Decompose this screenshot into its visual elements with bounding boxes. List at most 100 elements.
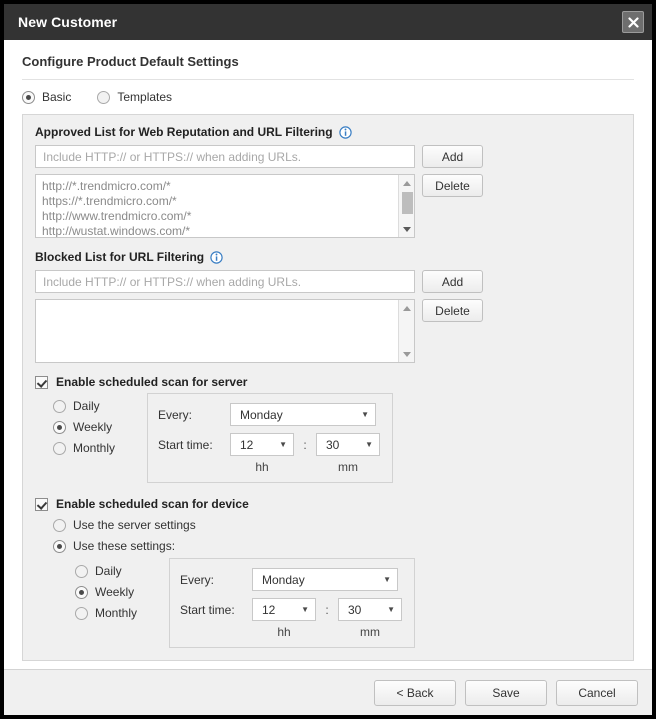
device-scan-daily-label: Daily <box>95 564 122 578</box>
blocked-list-box[interactable] <box>35 299 415 363</box>
chevron-down-icon: ▼ <box>383 576 391 584</box>
chevron-down-icon: ▼ <box>279 441 287 449</box>
chevron-down-icon: ▼ <box>361 411 369 419</box>
list-item[interactable]: http://wustat.windows.com/* <box>42 224 414 238</box>
server-start-time-label: Start time: <box>158 438 230 452</box>
approved-list-url-input[interactable] <box>35 145 415 168</box>
server-scan-enable-row[interactable]: Enable scheduled scan for server <box>35 375 621 393</box>
server-scan-frequency-group: Daily Weekly Monthly <box>53 393 147 462</box>
radio-use-these-settings-icon[interactable] <box>53 540 66 553</box>
caret-down-glyph <box>403 352 411 357</box>
device-start-time-row: Start time: 12 ▼ : 30 ▼ <box>180 598 402 621</box>
checkbox-enable-server-scan-icon[interactable] <box>35 376 48 389</box>
device-scan-monthly[interactable]: Monthly <box>75 606 169 620</box>
new-customer-dialog: New Customer Configure Product Default S… <box>4 4 652 715</box>
approved-list-box-row: http://*.trendmicro.com/* https://*.tren… <box>35 174 621 238</box>
server-time-units-row: hh mm <box>158 460 380 474</box>
mode-radio-group: Basic Templates <box>16 80 640 114</box>
device-minute-select[interactable]: 30 ▼ <box>338 598 402 621</box>
back-button[interactable]: < Back <box>374 680 456 706</box>
device-hour-value: 12 <box>262 603 275 617</box>
device-every-label: Every: <box>180 573 252 587</box>
radio-server-weekly-icon[interactable] <box>53 421 66 434</box>
radio-server-daily-icon[interactable] <box>53 400 66 413</box>
server-every-label: Every: <box>158 408 230 422</box>
radio-device-daily-icon[interactable] <box>75 565 88 578</box>
info-glyph <box>339 126 352 139</box>
chevron-down-icon: ▼ <box>365 441 373 449</box>
settings-panel: Approved List for Web Reputation and URL… <box>22 114 634 661</box>
close-glyph <box>628 17 639 28</box>
server-mm-label: mm <box>316 460 380 474</box>
device-scan-enable-row[interactable]: Enable scheduled scan for device <box>35 497 621 515</box>
list-item[interactable]: https://*.trendmicro.com/* <box>42 194 414 209</box>
scroll-up-icon[interactable] <box>399 301 415 315</box>
blocked-list-items <box>36 300 414 304</box>
mode-option-templates[interactable]: Templates <box>97 90 172 104</box>
radio-templates-icon[interactable] <box>97 91 110 104</box>
blocked-list-url-input[interactable] <box>35 270 415 293</box>
server-scan-daily[interactable]: Daily <box>53 399 147 413</box>
server-hh-label: hh <box>230 460 294 474</box>
info-glyph <box>210 251 223 264</box>
blocked-list-label-row: Blocked List for URL Filtering <box>35 250 621 264</box>
server-minute-select[interactable]: 30 ▼ <box>316 433 380 456</box>
radio-server-monthly-icon[interactable] <box>53 442 66 455</box>
device-minute-value: 30 <box>348 603 361 617</box>
device-hh-label: hh <box>252 625 316 639</box>
scroll-down-icon[interactable] <box>399 347 415 361</box>
blocked-list-add-button[interactable]: Add <box>422 270 483 293</box>
approved-list-scrollbar[interactable] <box>398 175 414 237</box>
list-item[interactable]: http://*.trendmicro.com/* <box>42 179 414 194</box>
approved-list-add-button[interactable]: Add <box>422 145 483 168</box>
server-scan-monthly[interactable]: Monthly <box>53 441 147 455</box>
server-scan-weekly[interactable]: Weekly <box>53 420 147 434</box>
save-button[interactable]: Save <box>465 680 547 706</box>
device-use-server-settings[interactable]: Use the server settings <box>53 518 621 532</box>
device-hour-select[interactable]: 12 ▼ <box>252 598 316 621</box>
scrollbar-thumb[interactable] <box>402 192 413 214</box>
scroll-down-icon[interactable] <box>399 222 415 236</box>
info-icon[interactable] <box>210 251 223 264</box>
blocked-list-box-row: Delete <box>35 299 621 363</box>
server-every-select[interactable]: Monday ▼ <box>230 403 376 426</box>
server-scan-enable-label: Enable scheduled scan for server <box>56 375 247 389</box>
device-time-separator: : <box>316 603 338 617</box>
server-scan-block: Enable scheduled scan for server Daily W… <box>35 363 621 483</box>
radio-device-monthly-icon[interactable] <box>75 607 88 620</box>
device-use-server-settings-label: Use the server settings <box>73 518 196 532</box>
device-scan-monthly-label: Monthly <box>95 606 137 620</box>
dialog-body: Configure Product Default Settings Basic… <box>4 40 652 669</box>
radio-basic-icon[interactable] <box>22 91 35 104</box>
close-icon[interactable] <box>622 11 644 33</box>
blocked-list-delete-button[interactable]: Delete <box>422 299 483 322</box>
server-time-separator: : <box>294 438 316 452</box>
device-start-time-label: Start time: <box>180 603 252 617</box>
server-scan-daily-label: Daily <box>73 399 100 413</box>
device-scan-weekly-label: Weekly <box>95 585 134 599</box>
device-scan-block: Enable scheduled scan for device Use the… <box>35 483 621 648</box>
info-icon[interactable] <box>339 126 352 139</box>
approved-list-input-row: Add <box>35 145 621 168</box>
scroll-up-icon[interactable] <box>399 176 415 190</box>
caret-up-glyph <box>403 181 411 186</box>
device-scan-settings: Daily Weekly Monthly Every: <box>35 553 621 648</box>
list-item[interactable]: http://www.trendmicro.com/* <box>42 209 414 224</box>
radio-device-weekly-icon[interactable] <box>75 586 88 599</box>
blocked-list-label: Blocked List for URL Filtering <box>35 250 204 264</box>
radio-use-server-settings-icon[interactable] <box>53 519 66 532</box>
approved-list-box[interactable]: http://*.trendmicro.com/* https://*.tren… <box>35 174 415 238</box>
approved-list-delete-button[interactable]: Delete <box>422 174 483 197</box>
dialog-title: New Customer <box>18 14 117 30</box>
checkbox-enable-device-scan-icon[interactable] <box>35 498 48 511</box>
blocked-list-scrollbar[interactable] <box>398 300 414 362</box>
device-scan-weekly[interactable]: Weekly <box>75 585 169 599</box>
server-hour-select[interactable]: 12 ▼ <box>230 433 294 456</box>
cancel-button[interactable]: Cancel <box>556 680 638 706</box>
device-mm-label: mm <box>338 625 402 639</box>
device-scan-daily[interactable]: Daily <box>75 564 169 578</box>
server-hour-value: 12 <box>240 438 253 452</box>
device-every-select[interactable]: Monday ▼ <box>252 568 398 591</box>
mode-option-basic[interactable]: Basic <box>22 90 71 104</box>
device-use-these-settings[interactable]: Use these settings: <box>53 539 621 553</box>
